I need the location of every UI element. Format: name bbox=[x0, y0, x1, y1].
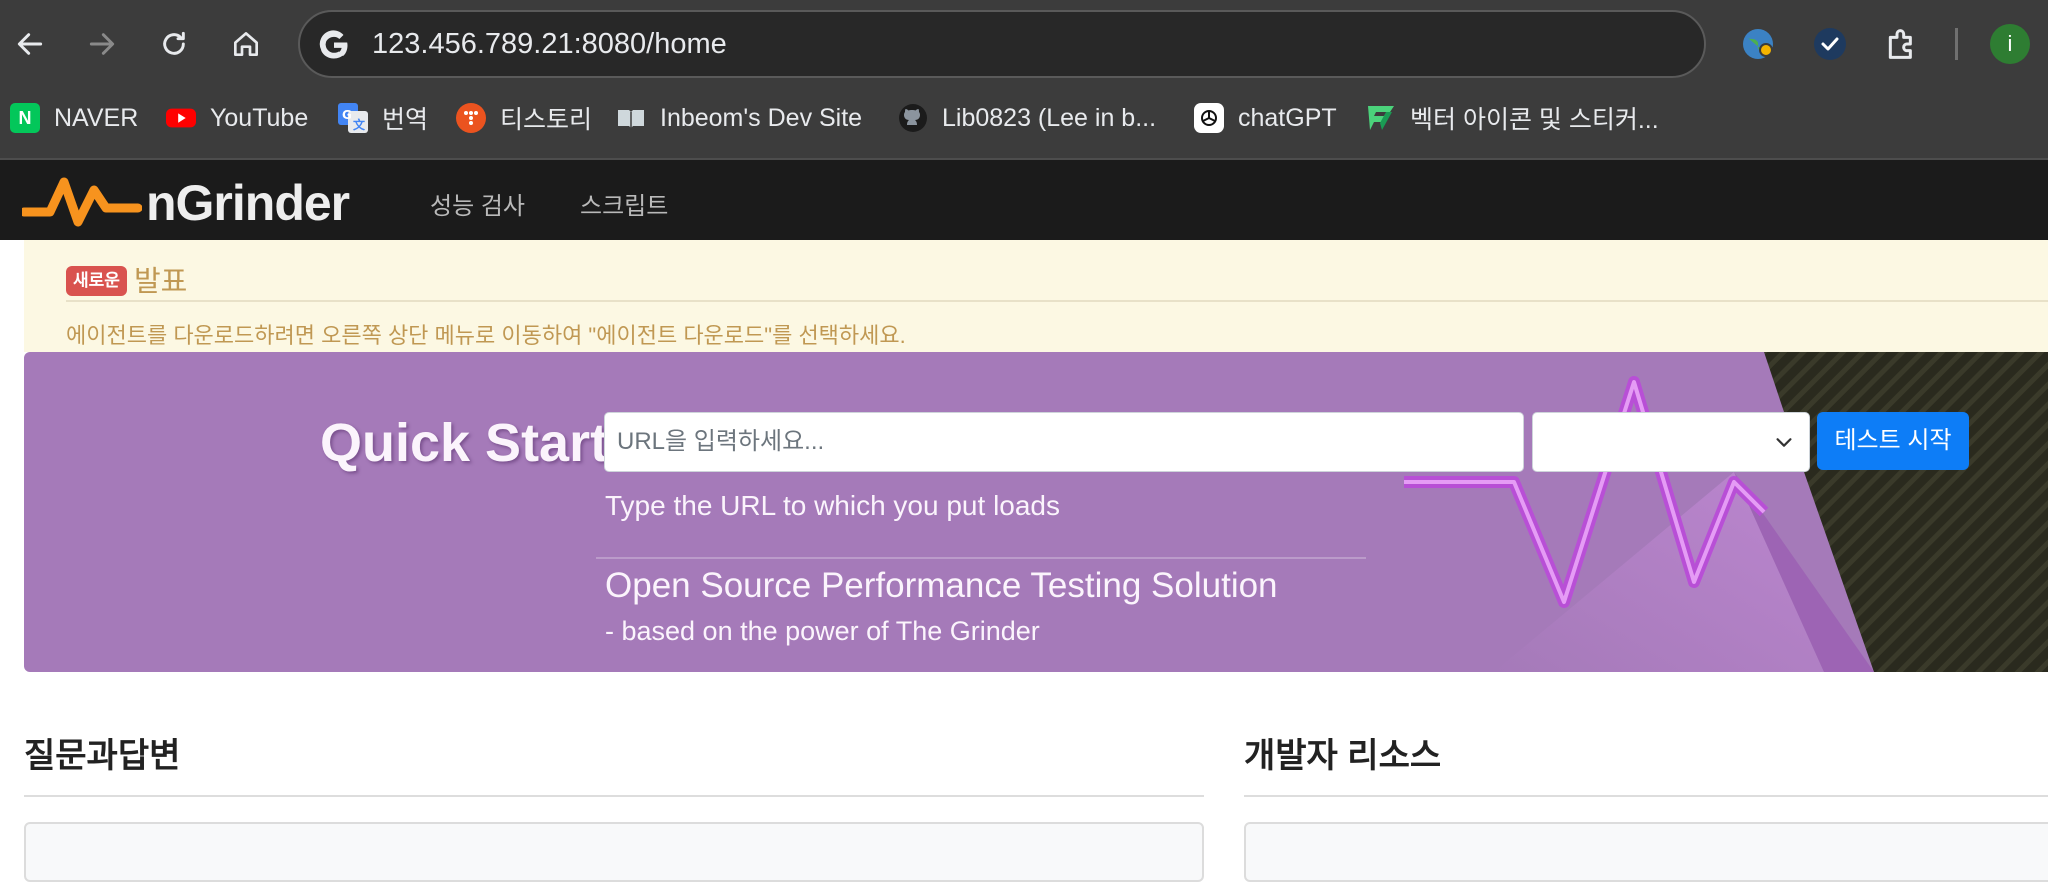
svg-text:文: 文 bbox=[353, 117, 366, 132]
url-hint: Type the URL to which you put loads bbox=[605, 490, 1060, 521]
check-extension-icon[interactable] bbox=[1810, 24, 1850, 64]
menu-script[interactable]: 스크립트 bbox=[580, 186, 668, 221]
bookmark-inbeom-dev-site[interactable]: Inbeom's Dev Site bbox=[616, 88, 862, 148]
quick-start-banner: Quick Start 테스트 시작 Type the URL to which… bbox=[24, 352, 2048, 672]
qna-section-title: 질문과답변 bbox=[24, 737, 181, 775]
bookmark-label: 번역 bbox=[382, 106, 429, 134]
url-text[interactable]: 123.456.789.21:8080/home bbox=[372, 12, 727, 76]
bookmark-translate[interactable]: G文 번역 bbox=[338, 88, 428, 148]
bookmark-label: Lib0823 (Lee in b... bbox=[942, 103, 1157, 132]
waveform-logo-icon bbox=[22, 177, 142, 227]
banner-waveform-art bbox=[1404, 352, 2048, 672]
bookmarks-bar: N NAVER YouTube G文 번역 티스토리 Inbeom's Dev … bbox=[0, 88, 2048, 160]
arrow-left-icon bbox=[17, 33, 43, 55]
announcement-message: 에이전트를 다운로드하려면 오른쪽 상단 메뉴로 이동하여 "에이전트 다운로드… bbox=[66, 323, 906, 348]
reload-icon bbox=[163, 31, 185, 55]
github-icon bbox=[898, 103, 928, 133]
announcement-panel: 새로운 발표 에이전트를 다운로드하려면 오른쪽 상단 메뉴로 이동하여 "에이… bbox=[24, 240, 2048, 352]
app-navbar: nGrinder 성능 검사 스크립트 bbox=[0, 160, 2048, 240]
start-test-button[interactable]: 테스트 시작 bbox=[1817, 412, 1969, 470]
google-translate-icon: G文 bbox=[338, 103, 368, 133]
bookmark-flaticon[interactable]: 벡터 아이콘 및 스티커... bbox=[1366, 88, 1659, 148]
profile-avatar[interactable]: i bbox=[1990, 24, 2030, 64]
bookmark-github[interactable]: Lib0823 (Lee in b... bbox=[898, 88, 1156, 148]
arrow-right-icon bbox=[89, 33, 115, 55]
tistory-icon bbox=[456, 103, 486, 133]
announcement-divider bbox=[66, 300, 2048, 302]
announcement-title[interactable]: 발표 bbox=[134, 258, 187, 300]
tagline-sub: - based on the power of The Grinder bbox=[605, 616, 1040, 646]
bookmark-naver[interactable]: N NAVER bbox=[10, 88, 138, 148]
bookmark-label: YouTube bbox=[210, 103, 309, 132]
qna-panel bbox=[24, 822, 1204, 882]
bookmark-label: NAVER bbox=[54, 103, 139, 132]
flaticon-icon bbox=[1366, 103, 1396, 133]
menu-performance-test[interactable]: 성능 검사 bbox=[430, 186, 525, 221]
forward-button[interactable] bbox=[80, 22, 124, 66]
dev-resources-section-title: 개발자 리소스 bbox=[1244, 737, 1442, 775]
naver-icon: N bbox=[10, 103, 40, 133]
qna-section-divider bbox=[24, 795, 1204, 797]
globe-extension-icon[interactable] bbox=[1738, 24, 1778, 64]
bookmark-label: chatGPT bbox=[1238, 103, 1337, 132]
banner-divider bbox=[596, 557, 1366, 559]
home-button[interactable] bbox=[224, 22, 268, 66]
bookmark-label: 벡터 아이콘 및 스티커... bbox=[1410, 106, 1659, 134]
new-badge: 새로운 bbox=[66, 266, 127, 296]
logo-text: nGrinder bbox=[146, 175, 350, 231]
back-button[interactable] bbox=[8, 22, 52, 66]
youtube-icon bbox=[166, 103, 196, 133]
quick-start-title: Quick Start bbox=[320, 413, 609, 473]
agent-select[interactable] bbox=[1532, 412, 1810, 472]
ngrinder-logo[interactable]: nGrinder bbox=[22, 168, 382, 232]
bookmark-youtube[interactable]: YouTube bbox=[166, 88, 308, 148]
address-bar[interactable]: 123.456.789.21:8080/home bbox=[298, 10, 1706, 78]
home-icon bbox=[234, 32, 258, 56]
browser-toolbar: 123.456.789.21:8080/home i bbox=[0, 0, 2048, 88]
bookmark-label: 티스토리 bbox=[500, 106, 593, 134]
book-icon bbox=[616, 103, 646, 133]
toolbar-divider bbox=[1955, 28, 1958, 60]
puzzle-extensions-icon[interactable] bbox=[1882, 24, 1922, 64]
dev-resources-panel bbox=[1244, 822, 2048, 882]
bookmark-tistory[interactable]: 티스토리 bbox=[456, 88, 592, 148]
bookmark-chatgpt[interactable]: chatGPT bbox=[1194, 88, 1337, 148]
tagline: Open Source Performance Testing Solution bbox=[605, 566, 1278, 605]
chatgpt-icon bbox=[1194, 103, 1224, 133]
svg-text:G: G bbox=[342, 108, 352, 122]
chevron-down-icon bbox=[1776, 438, 1792, 447]
reload-button[interactable] bbox=[152, 22, 196, 66]
url-input[interactable] bbox=[604, 412, 1524, 472]
dev-resources-section-divider bbox=[1244, 795, 2048, 797]
bookmark-label: Inbeom's Dev Site bbox=[660, 103, 863, 132]
google-icon bbox=[319, 30, 348, 59]
